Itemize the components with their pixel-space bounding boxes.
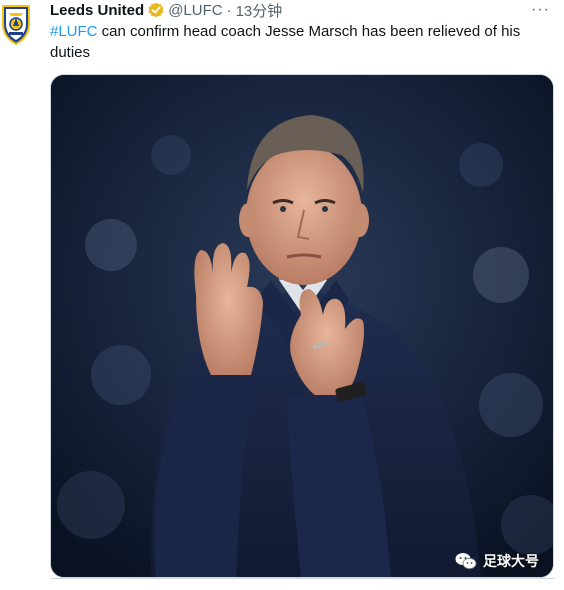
tweet-text: #LUFC can confirm head coach Jesse Marsc… xyxy=(50,21,540,63)
watermark: 足球大号 xyxy=(455,551,539,571)
display-name[interactable]: Leeds United xyxy=(50,2,144,19)
hashtag-link[interactable]: #LUFC xyxy=(50,23,98,40)
account-avatar[interactable] xyxy=(0,4,32,46)
coach-applauding-image xyxy=(51,75,553,577)
account-handle[interactable]: @LUFC xyxy=(168,2,222,19)
wechat-icon xyxy=(455,553,477,570)
tweet-photo[interactable]: 足球大号 xyxy=(50,74,554,578)
more-options-icon[interactable]: ··· xyxy=(531,1,550,19)
verified-badge-icon xyxy=(148,2,164,18)
leeds-united-crest-icon xyxy=(2,5,30,46)
divider xyxy=(50,578,554,579)
tweet-header: Leeds United @LUFC · 13分钟 xyxy=(50,0,282,20)
separator-dot: · xyxy=(226,1,232,19)
timestamp[interactable]: 13分钟 xyxy=(236,0,283,21)
watermark-text: 足球大号 xyxy=(483,553,539,569)
tweet-body: can confirm head coach Jesse Marsch has … xyxy=(50,23,521,61)
